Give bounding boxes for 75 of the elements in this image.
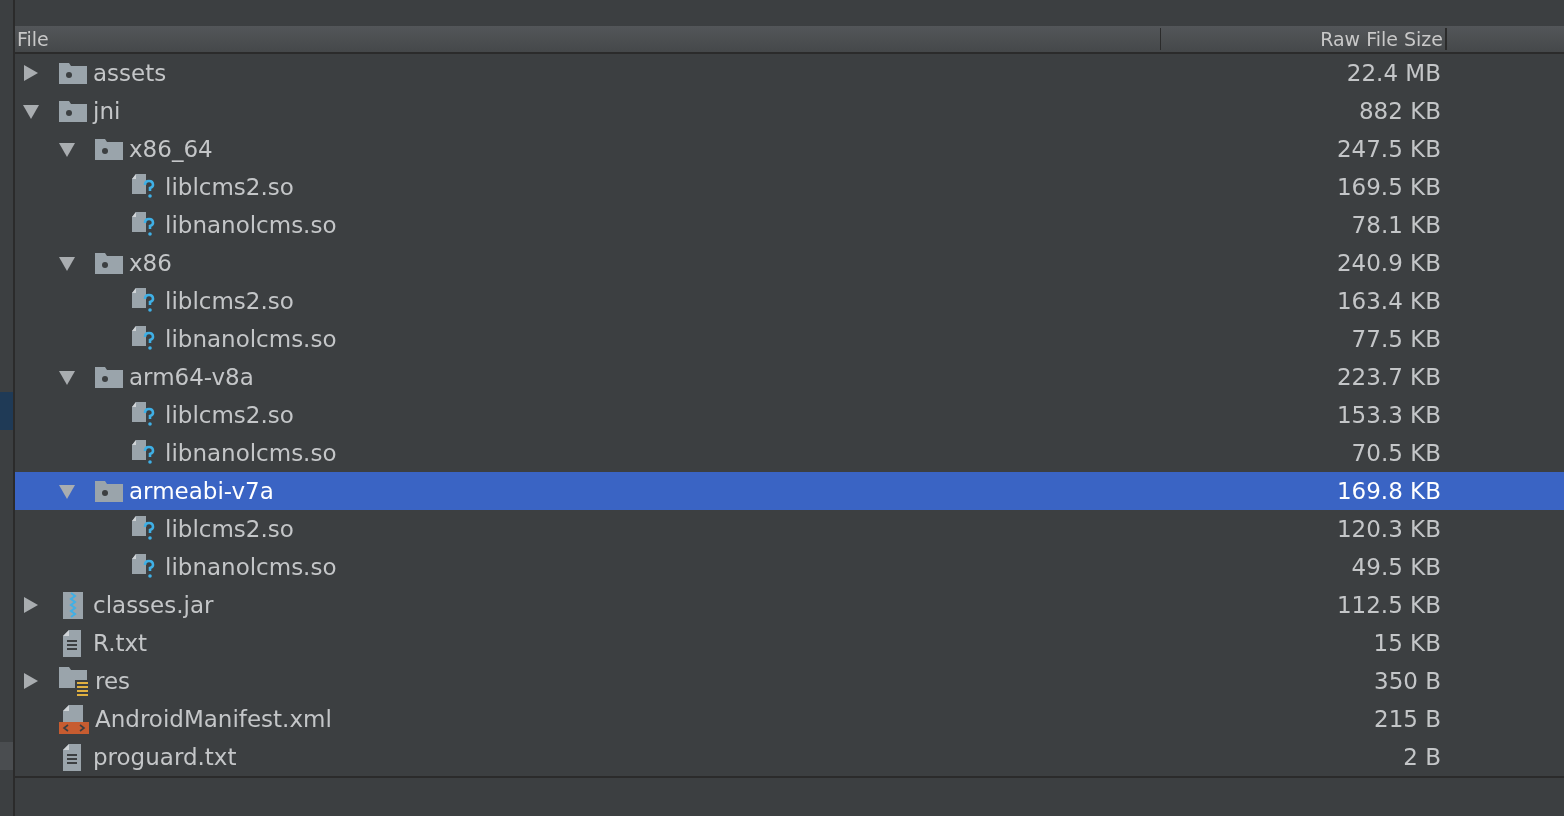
tree-row[interactable]: res 350 B <box>15 662 1564 700</box>
folder-icon <box>59 100 87 122</box>
file-name: libnanolcms.so <box>165 440 337 466</box>
collapse-arrow-icon[interactable] <box>59 254 75 272</box>
file-name: libnanolcms.so <box>165 212 337 238</box>
file-size: 882 KB <box>1357 98 1442 124</box>
file-size: 15 KB <box>1372 630 1442 656</box>
file-name: R.txt <box>93 630 148 656</box>
file-size: 350 B <box>1373 668 1442 694</box>
folder-icon <box>95 138 123 160</box>
file-name: arm64-v8a <box>129 364 254 390</box>
file-name: liblcms2.so <box>165 402 294 428</box>
collapse-arrow-icon[interactable] <box>59 368 75 386</box>
tree-row[interactable]: x86_64 247.5 KB <box>15 130 1564 168</box>
file-name: AndroidManifest.xml <box>95 706 332 732</box>
file-size: 49.5 KB <box>1350 554 1442 580</box>
file-name: assets <box>93 60 167 86</box>
tree-row[interactable]: liblcms2.so 163.4 KB <box>15 282 1564 320</box>
file-size: 215 B <box>1373 706 1442 732</box>
file-size: 78.1 KB <box>1350 212 1442 238</box>
tree-row[interactable]: classes.jar 112.5 KB <box>15 586 1564 624</box>
file-size: 240.9 KB <box>1335 250 1442 276</box>
folder-icon <box>95 252 123 274</box>
file-size: 247.5 KB <box>1335 136 1442 162</box>
tree-row[interactable]: armeabi-v7a 169.8 KB <box>15 472 1564 510</box>
folder-icon <box>59 62 87 84</box>
file-name: armeabi-v7a <box>129 478 274 504</box>
file-name: jni <box>93 98 121 124</box>
file-name: libnanolcms.so <box>165 554 337 580</box>
xml-file-icon <box>59 704 89 734</box>
collapse-arrow-icon[interactable] <box>59 140 75 158</box>
file-size: 22.4 MB <box>1345 60 1442 86</box>
expand-arrow-icon[interactable] <box>23 64 39 82</box>
tree-row[interactable]: jni 882 KB <box>15 92 1564 130</box>
tree-row[interactable]: liblcms2.so 153.3 KB <box>15 396 1564 434</box>
tree-row[interactable]: liblcms2.so 169.5 KB <box>15 168 1564 206</box>
tree-row[interactable]: libnanolcms.so 77.5 KB <box>15 320 1564 358</box>
tree-row[interactable]: libnanolcms.so 70.5 KB <box>15 434 1564 472</box>
tree-row[interactable]: proguard.txt 2 B <box>15 738 1564 776</box>
file-name: res <box>95 668 131 694</box>
column-header[interactable]: File <box>15 28 1161 50</box>
folder-icon <box>95 366 123 388</box>
tree-row[interactable]: x86 240.9 KB <box>15 244 1564 282</box>
file-size: 2 B <box>1402 744 1442 770</box>
file-name: x86 <box>129 250 172 276</box>
file-size: 112.5 KB <box>1335 592 1442 618</box>
tree-row[interactable]: liblcms2.so 120.3 KB <box>15 510 1564 548</box>
tree-row[interactable]: arm64-v8a 223.7 KB <box>15 358 1564 396</box>
file-name: libnanolcms.so <box>165 326 337 352</box>
file-name: liblcms2.so <box>165 516 294 542</box>
file-size: 77.5 KB <box>1350 326 1442 352</box>
file-size: 163.4 KB <box>1335 288 1442 314</box>
tree-row[interactable]: R.txt 15 KB <box>15 624 1564 662</box>
column-header[interactable]: Raw File Size <box>1161 28 1447 50</box>
file-name: classes.jar <box>93 592 214 618</box>
file-size: 70.5 KB <box>1350 440 1442 466</box>
file-size: 169.5 KB <box>1335 174 1442 200</box>
resource-folder-icon <box>59 666 89 696</box>
file-size: 120.3 KB <box>1335 516 1442 542</box>
tree-row[interactable]: assets 22.4 MB <box>15 54 1564 92</box>
file-name: liblcms2.so <box>165 288 294 314</box>
collapse-arrow-icon[interactable] <box>23 102 39 120</box>
tree-row[interactable]: AndroidManifest.xml 215 B <box>15 700 1564 738</box>
expand-arrow-icon[interactable] <box>23 596 39 614</box>
file-name: proguard.txt <box>93 744 237 770</box>
folder-icon <box>95 480 123 502</box>
file-name: x86_64 <box>129 136 213 162</box>
collapse-arrow-icon[interactable] <box>59 482 75 500</box>
file-name: liblcms2.so <box>165 174 294 200</box>
file-size: 153.3 KB <box>1335 402 1442 428</box>
file-size: 169.8 KB <box>1335 478 1442 504</box>
expand-arrow-icon[interactable] <box>23 672 39 690</box>
tree-row[interactable]: libnanolcms.so 78.1 KB <box>15 206 1564 244</box>
file-size: 223.7 KB <box>1335 364 1442 390</box>
tree-row[interactable]: libnanolcms.so 49.5 KB <box>15 548 1564 586</box>
